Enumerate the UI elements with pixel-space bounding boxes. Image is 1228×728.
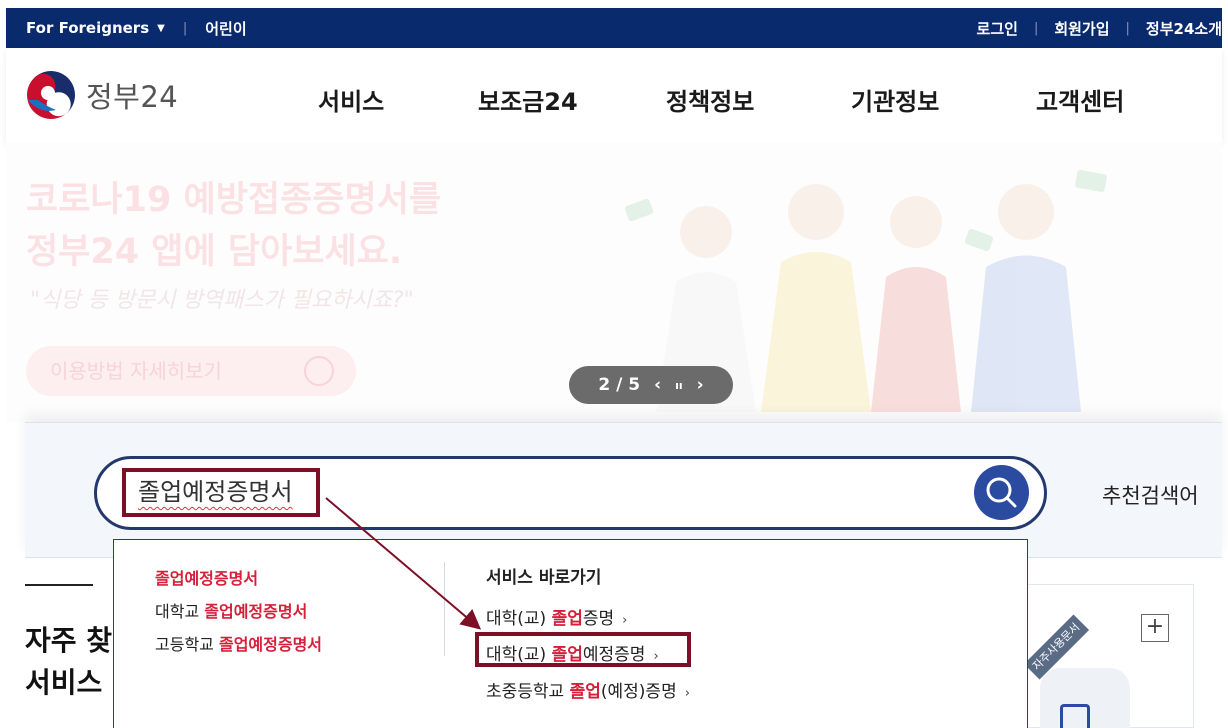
nav-subsidy24[interactable]: 보조금24 [478, 82, 578, 117]
search-input-value: 졸업예정증명서 [138, 478, 293, 506]
top-utility-bar: For Foreigners ▼ | 어린이 로그인 | 회원가입 | 정부24… [6, 8, 1222, 48]
hero-banner[interactable]: 코로나19 예방접종증명서를 정부24 앱에 담아보세요. "식당 등 방문시 … [6, 142, 1222, 422]
arrow-circle-icon [304, 356, 334, 386]
frequent-services-title: 자주 찾 서비스 [25, 620, 112, 704]
nav-customer-center[interactable]: 고객센터 [1036, 82, 1124, 117]
divider: | [182, 20, 188, 36]
for-foreigners-link[interactable]: For Foreigners [26, 19, 149, 37]
hero-button-label: 이용방법 자세히보기 [50, 359, 222, 383]
hero-detail-button[interactable]: 이용방법 자세히보기 [26, 346, 356, 396]
pager-count: 2 / 5 [598, 375, 641, 395]
pause-icon[interactable]: ıı [675, 379, 683, 392]
add-button[interactable]: + [1141, 614, 1169, 642]
nav-policy-info[interactable]: 정책정보 [666, 82, 754, 117]
suggestion-prefix: 고등학교 [155, 635, 219, 654]
chevron-right-icon: › [622, 613, 628, 628]
recommended-keywords-label[interactable]: 추천검색어 [1102, 480, 1199, 510]
nav-services[interactable]: 서비스 [318, 82, 384, 117]
dropdown-divider [444, 562, 445, 656]
suggestion-match: 졸업예정증명서 [155, 569, 259, 588]
suggestion-item[interactable]: 대학교 졸업예정증명서 [155, 598, 307, 622]
search-icon [986, 477, 1017, 508]
document-icon [1060, 704, 1090, 728]
prev-icon[interactable]: ‹ [654, 375, 661, 395]
chevron-right-icon: › [684, 686, 690, 701]
next-icon[interactable]: › [697, 375, 704, 395]
annotation-highlight-box [475, 632, 691, 667]
main-header: 정부24 서비스 보조금24 정책정보 기관정보 고객센터 [6, 48, 1222, 142]
divider: | [1033, 20, 1039, 36]
nav-agency-info[interactable]: 기관정보 [851, 82, 939, 117]
suggestion-item[interactable]: 졸업예정증명서 [155, 565, 258, 589]
suggestion-prefix: 대학교 [155, 602, 205, 621]
divider: | [1125, 20, 1130, 36]
shortcut-prefix: 대학(교) [486, 609, 552, 629]
search-button[interactable] [974, 465, 1029, 520]
shortcut-match: 졸업 [569, 682, 601, 702]
frequent-title-line1: 자주 찾 [25, 624, 113, 657]
shortcut-item[interactable]: 초중등학교 졸업(예정)증명 › [486, 677, 690, 702]
frequent-title-line2: 서비스 [25, 666, 103, 699]
topbar-right: 로그인 | 회원가입 | 정부24소개 [977, 8, 1222, 48]
section-rule [25, 584, 93, 586]
shortcut-suffix: (예정)증명 [600, 682, 677, 702]
hero-title: 코로나19 예방접종증명서를 정부24 앱에 담아보세요. [26, 174, 441, 278]
about-link[interactable]: 정부24소개 [1146, 18, 1222, 39]
suggestion-match: 졸업예정증명서 [204, 602, 308, 621]
signup-link[interactable]: 회원가입 [1054, 18, 1109, 39]
suggestion-item[interactable]: 고등학교 졸업예정증명서 [155, 631, 322, 655]
shortcut-suffix: 증명 [582, 609, 615, 629]
login-link[interactable]: 로그인 [977, 18, 1018, 39]
hero-title-line1: 코로나19 예방접종증명서를 [26, 180, 442, 220]
main-nav: 서비스 보조금24 정책정보 기관정보 고객센터 [6, 48, 1222, 142]
suggestion-match: 졸업예정증명서 [218, 635, 323, 654]
banner-pager: 2 / 5 ‹ ıı › [569, 366, 733, 404]
hero-subtitle: "식당 등 방문시 방역패스가 필요하시죠?" [30, 288, 414, 313]
kids-link[interactable]: 어린이 [205, 18, 246, 39]
shortcut-match: 졸업 [551, 609, 583, 629]
hero-title-line2: 정부24 앱에 담아보세요. [26, 232, 403, 272]
chevron-down-icon[interactable]: ▼ [157, 23, 165, 34]
service-shortcut-title: 서비스 바로가기 [486, 568, 602, 588]
shortcut-item[interactable]: 대학(교) 졸업증명 › [486, 604, 627, 629]
search-input[interactable]: 졸업예정증명서 [122, 468, 320, 517]
topbar-left: For Foreigners ▼ | 어린이 [26, 8, 247, 48]
shortcut-prefix: 초중등학교 [486, 682, 570, 702]
